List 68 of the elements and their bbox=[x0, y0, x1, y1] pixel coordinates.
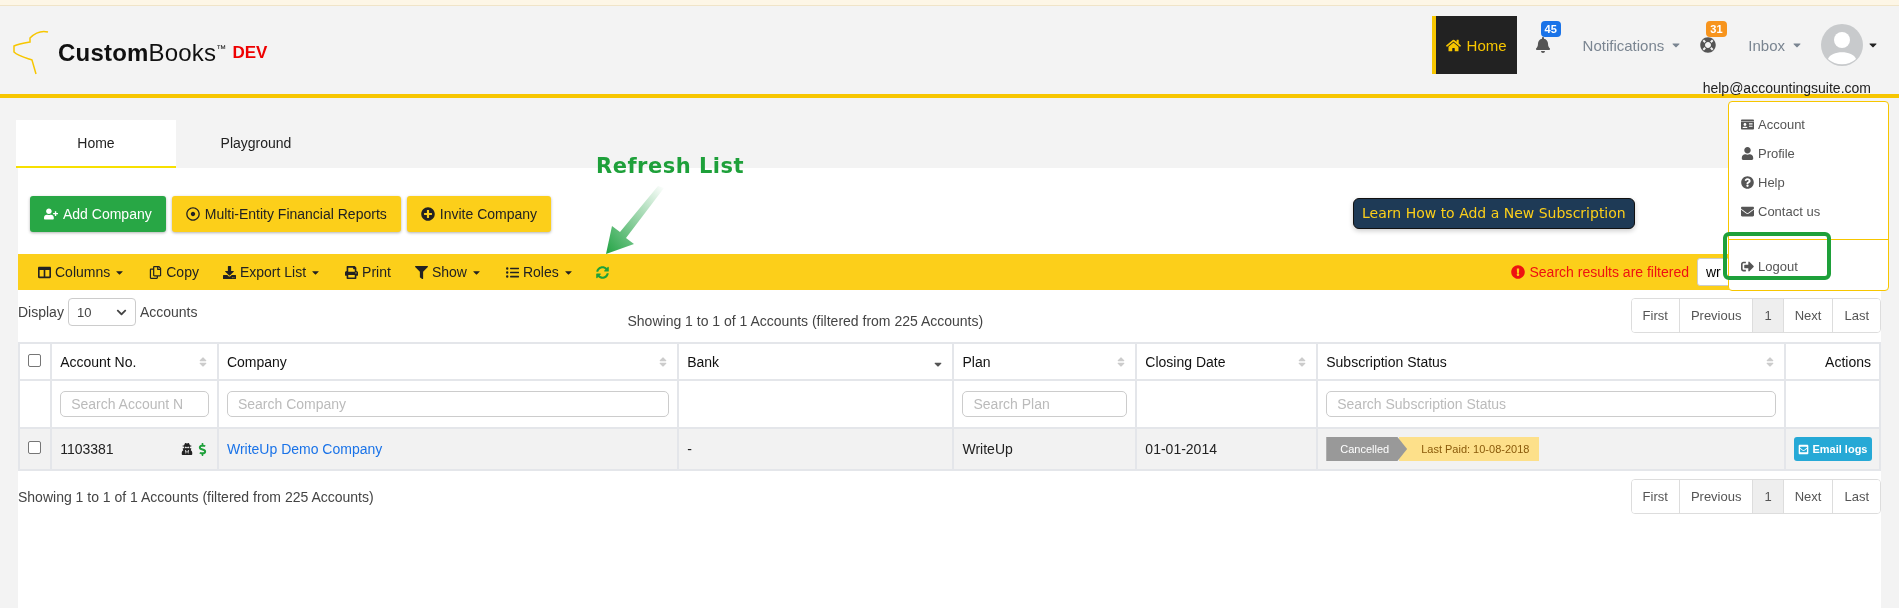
action-button[interactable]: Invite Company bbox=[406, 196, 552, 232]
user-icon bbox=[1741, 147, 1754, 160]
column-header[interactable]: Plan bbox=[962, 353, 991, 370]
column-header[interactable]: Company bbox=[226, 353, 287, 370]
table-cell: 01-01-2014 bbox=[1145, 441, 1217, 457]
toolbar-button[interactable]: Columns bbox=[26, 264, 138, 280]
toolbar-button[interactable]: Roles bbox=[493, 264, 586, 280]
column-search-field[interactable]: Search Company bbox=[226, 391, 670, 417]
count-badge: 31 bbox=[1706, 21, 1727, 37]
logout-icon bbox=[1741, 260, 1754, 273]
page-size-select[interactable]: 10 bbox=[67, 298, 136, 326]
print-icon bbox=[345, 265, 359, 279]
callout-label: Refresh List bbox=[596, 154, 745, 178]
menu-item[interactable]: Contact us bbox=[1729, 197, 1888, 226]
spy-icon bbox=[180, 442, 193, 455]
table-info: Showing 1 to 1 of 1 Accounts (filtered from 225 Accounts) bbox=[627, 313, 984, 329]
home-icon bbox=[1445, 37, 1461, 53]
display-label: Display bbox=[18, 304, 64, 320]
page-button[interactable]: Last bbox=[1832, 299, 1880, 332]
page-button[interactable]: Last bbox=[1832, 480, 1880, 513]
menu-item[interactable]: Logout bbox=[1729, 239, 1888, 281]
user-email: help@accountingsuite.com bbox=[1702, 80, 1871, 96]
column-search-field[interactable]: Search Plan bbox=[962, 391, 1128, 417]
target-icon bbox=[185, 207, 200, 221]
table-cell: - bbox=[687, 441, 692, 457]
company-link[interactable]: WriteUp Demo Company bbox=[226, 441, 383, 457]
toolbar-button[interactable]: Export List bbox=[210, 264, 334, 280]
checkbox[interactable] bbox=[28, 353, 41, 367]
table-cell: WriteUp bbox=[962, 441, 1013, 457]
toolbar-button[interactable]: Show bbox=[402, 264, 494, 280]
home-nav-link[interactable]: Home bbox=[1431, 16, 1517, 74]
menu-item[interactable]: Profile bbox=[1729, 139, 1888, 168]
alert-icon bbox=[1511, 265, 1526, 279]
column-header[interactable]: Subscription Status bbox=[1326, 353, 1447, 370]
life-ring-icon[interactable] bbox=[1700, 37, 1717, 53]
help-icon bbox=[1741, 176, 1754, 189]
learn-button[interactable]: Learn How to Add a New Subscription bbox=[1353, 197, 1635, 229]
toolbar-button[interactable]: Copy bbox=[137, 264, 211, 280]
tab[interactable]: Home bbox=[16, 120, 176, 168]
menu-item[interactable]: Help bbox=[1729, 168, 1888, 197]
last-paid-label: Last Paid: 10-08-2018 bbox=[1399, 437, 1540, 461]
columns-icon bbox=[38, 265, 51, 279]
filter-icon bbox=[414, 265, 428, 279]
list-icon bbox=[505, 265, 519, 279]
page-button[interactable]: 1 bbox=[1752, 299, 1783, 332]
count-badge: 45 bbox=[1540, 21, 1561, 37]
page-button[interactable]: 1 bbox=[1752, 480, 1783, 513]
copy-icon bbox=[149, 265, 163, 279]
add-user-icon bbox=[44, 207, 58, 221]
table-cell: 1103381 bbox=[60, 441, 114, 457]
environment-tag: DEV bbox=[232, 43, 268, 63]
action-button[interactable]: Multi-Entity Financial Reports bbox=[171, 196, 401, 232]
table-info: Showing 1 to 1 of 1 Accounts (filtered from 225 Accounts) bbox=[18, 488, 374, 505]
envelope-icon bbox=[1741, 205, 1754, 218]
column-search-field[interactable]: Search Account N bbox=[60, 391, 209, 417]
display-label: Accounts bbox=[139, 304, 198, 320]
download-icon bbox=[222, 265, 236, 279]
bell-icon[interactable] bbox=[1534, 37, 1551, 53]
envelope-icon bbox=[1798, 443, 1810, 455]
brand-name: CustomBooks$^{™}$ bbox=[58, 39, 227, 67]
row-checkbox[interactable] bbox=[28, 441, 41, 454]
id-card-icon bbox=[1741, 118, 1754, 131]
menu-item[interactable]: Account bbox=[1729, 110, 1888, 139]
column-search-field[interactable]: Search Subscription Status bbox=[1326, 391, 1777, 417]
column-header[interactable]: Bank bbox=[687, 353, 720, 370]
tab[interactable]: Playground bbox=[176, 120, 336, 168]
toolbar-button[interactable]: Print bbox=[333, 264, 403, 280]
filter-notice: Search results are filtered bbox=[1511, 264, 1689, 280]
